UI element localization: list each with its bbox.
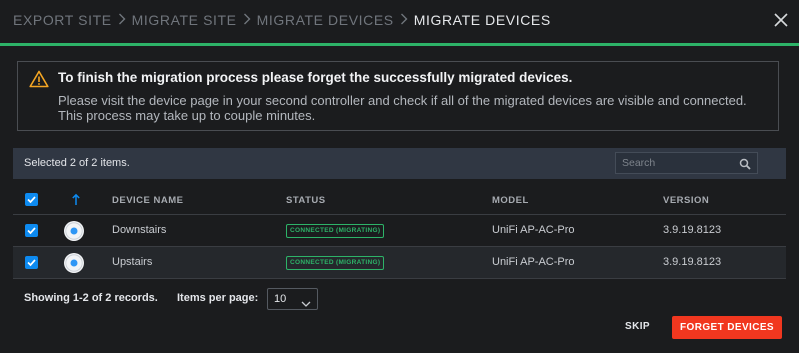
row-checkbox[interactable] (25, 256, 38, 269)
column-device-name[interactable]: DEVICE NAME (112, 195, 183, 206)
column-version[interactable]: VERSION (663, 195, 709, 206)
dialog-header: EXPORT SITE MIGRATE SITE MIGRATE DEVICES MI… (0, 0, 799, 44)
search-placeholder: Search (622, 157, 656, 169)
table-header: DEVICE NAME STATUS MODEL VERSION (13, 189, 786, 213)
device-model: UniFi AP-AC-Pro (492, 256, 575, 268)
warning-icon (29, 70, 49, 88)
chevron-down-icon (301, 295, 311, 307)
device-name[interactable]: Upstairs (112, 256, 152, 268)
access-point-icon (63, 252, 85, 274)
breadcrumb-export-site[interactable]: EXPORT SITE (13, 12, 112, 28)
chevron-right-icon (400, 12, 408, 28)
table-toolbar: Selected 2 of 2 items. Search (13, 148, 786, 179)
accent-bar (0, 43, 799, 46)
close-icon[interactable] (772, 11, 790, 29)
breadcrumb-current: MIGRATE DEVICES (413, 12, 551, 28)
items-per-page-label: Items per page: (177, 292, 259, 304)
items-per-page-value: 10 (274, 293, 287, 305)
forget-devices-button[interactable]: FORGET DEVICES (672, 316, 782, 339)
records-count: Showing 1-2 of 2 records. (24, 292, 158, 304)
skip-button[interactable]: SKIP (625, 321, 650, 332)
chevron-right-icon (118, 12, 126, 28)
chevron-right-icon (243, 12, 251, 28)
device-model: UniFi AP-AC-Pro (492, 224, 575, 236)
row-divider (13, 278, 786, 279)
breadcrumb-migrate-site[interactable]: MIGRATE SITE (132, 12, 237, 28)
warning-alert: To finish the migration process please f… (17, 61, 779, 131)
alert-body: Please visit the device page in your sec… (58, 93, 747, 123)
status-badge: CONNECTED (MIGRATING) (286, 224, 385, 238)
row-checkbox[interactable] (25, 224, 38, 237)
breadcrumb: EXPORT SITE MIGRATE SITE MIGRATE DEVICES MI… (13, 12, 551, 28)
status-badge: CONNECTED (MIGRATING) (286, 256, 385, 270)
selection-count: Selected 2 of 2 items. (24, 157, 130, 169)
column-model[interactable]: MODEL (492, 195, 529, 206)
select-all-checkbox[interactable] (25, 193, 38, 206)
search-input[interactable]: Search (615, 152, 758, 174)
table-row[interactable]: Downstairs CONNECTED (MIGRATING) UniFi A… (13, 215, 786, 246)
device-version: 3.9.19.8123 (663, 256, 722, 268)
alert-title: To finish the migration process please f… (58, 70, 573, 85)
device-name[interactable]: Downstairs (112, 224, 166, 236)
access-point-icon (63, 220, 85, 242)
breadcrumb-migrate-devices[interactable]: MIGRATE DEVICES (257, 12, 394, 28)
sort-ascending-icon[interactable] (71, 193, 81, 207)
items-per-page-select[interactable]: 10 (267, 288, 318, 310)
device-version: 3.9.19.8123 (663, 224, 722, 236)
table-row[interactable]: Upstairs CONNECTED (MIGRATING) UniFi AP-… (13, 247, 786, 278)
migrate-devices-dialog: EXPORT SITE MIGRATE SITE MIGRATE DEVICES MI… (0, 0, 799, 353)
column-status[interactable]: STATUS (286, 195, 326, 206)
search-icon (739, 157, 751, 170)
